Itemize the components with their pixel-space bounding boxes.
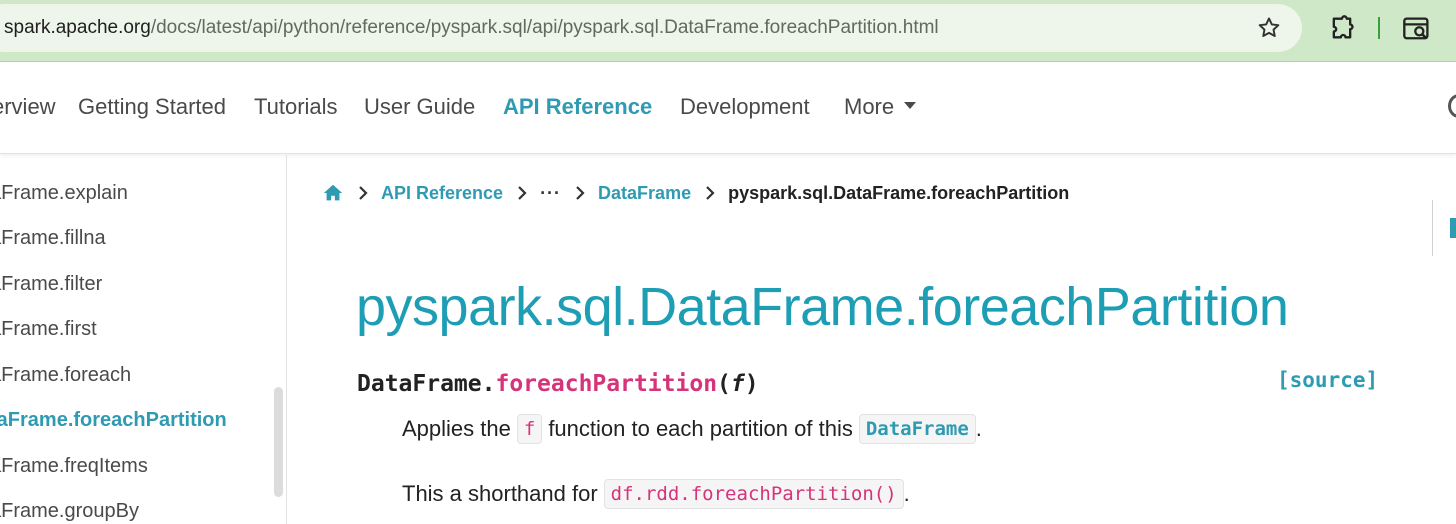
chevron-right-icon (359, 186, 368, 200)
browser-toolbar: spark.apache.org/docs/latest/api/python/… (0, 0, 1456, 62)
signature-class: DataFrame. (357, 371, 496, 397)
breadcrumb-dataframe[interactable]: DataFrame (598, 183, 691, 204)
breadcrumb-api-reference[interactable]: API Reference (381, 183, 503, 204)
chevron-right-icon (706, 186, 715, 200)
nav-tutorials[interactable]: Tutorials (254, 94, 338, 120)
desc-text: . (975, 416, 982, 441)
method-signature: DataFrame.foreachPartition(f) (357, 371, 759, 397)
signature-param: f (730, 371, 745, 397)
address-bar[interactable]: spark.apache.org/docs/latest/api/python/… (0, 4, 1302, 52)
page-title: pyspark.sql.DataFrame.foreachPartition (356, 277, 1289, 337)
tab-search-icon[interactable] (1402, 15, 1432, 43)
inline-code-shorthand: df.rdd.foreachPartition() (603, 479, 904, 509)
nav-development[interactable]: Development (680, 94, 810, 120)
url-host: spark.apache.org (4, 17, 151, 38)
site-navbar: erview Getting Started Tutorials User Gu… (0, 62, 1456, 154)
signature-open-paren: ( (717, 371, 731, 397)
puzzle-extension-icon[interactable] (1328, 14, 1356, 42)
inline-code-f: f (516, 414, 543, 444)
description-paragraph-1: Applies the f function to each partition… (402, 414, 982, 444)
nav-overview[interactable]: erview (0, 94, 56, 120)
sidebar-item-filter[interactable]: aFrame.filter (0, 273, 102, 296)
sidebar-item-foreach[interactable]: aFrame.foreach (0, 364, 131, 387)
sidebar-clipped-item: ~~~~~~~~~~ (0, 155, 126, 157)
home-icon[interactable] (322, 182, 344, 204)
nav-more-label: More (844, 94, 895, 119)
sidebar-item-freqitems[interactable]: aFrame.freqItems (0, 455, 148, 478)
chevron-right-icon (518, 186, 527, 200)
chevron-right-icon (576, 186, 585, 200)
signature-method: foreachPartition (495, 371, 718, 397)
toc-indicator (1450, 218, 1456, 238)
sidebar-item-fillna[interactable]: aFrame.fillna (0, 227, 106, 250)
breadcrumb: API Reference ··· DataFrame pyspark.sql.… (322, 180, 1069, 206)
desc-text: Applies the (402, 416, 511, 441)
desc-text: function to each partition of this (548, 416, 853, 441)
nav-more-dropdown[interactable]: More (844, 94, 917, 120)
sidebar-item-first[interactable]: aFrame.first (0, 318, 97, 341)
source-link[interactable]: [source] (1277, 368, 1378, 392)
nav-getting-started[interactable]: Getting Started (78, 94, 226, 120)
sidebar-scrollbar[interactable] (274, 387, 283, 497)
dataframe-link[interactable]: DataFrame (858, 414, 976, 444)
toolbar-divider (1378, 17, 1380, 39)
desc-text: . (903, 481, 910, 506)
description-paragraph-2: This a shorthand for df.rdd.foreachParti… (402, 479, 910, 509)
url-path: /docs/latest/api/python/reference/pyspar… (150, 17, 939, 38)
breadcrumb-ellipsis[interactable]: ··· (540, 183, 561, 204)
breadcrumb-current: pyspark.sql.DataFrame.foreachPartition (728, 182, 1070, 203)
sidebar-item-groupby[interactable]: aFrame.groupBy (0, 500, 139, 523)
caret-down-icon (904, 101, 917, 109)
sidebar-nav: ~~~~~~~~~~ aFrame.explain aFrame.fillna … (0, 155, 287, 524)
nav-user-guide[interactable]: User Guide (364, 94, 475, 120)
search-icon[interactable] (1448, 94, 1456, 118)
nav-api-reference[interactable]: API Reference (503, 94, 652, 120)
star-icon[interactable] (1256, 15, 1282, 41)
desc-text: This a shorthand for (402, 481, 598, 506)
toc-divider (1432, 200, 1433, 256)
signature-close-paren: ) (744, 371, 759, 397)
sidebar-item-explain[interactable]: aFrame.explain (0, 182, 128, 205)
sidebar-item-foreachpartition[interactable]: taFrame.foreachPartition (0, 409, 227, 432)
